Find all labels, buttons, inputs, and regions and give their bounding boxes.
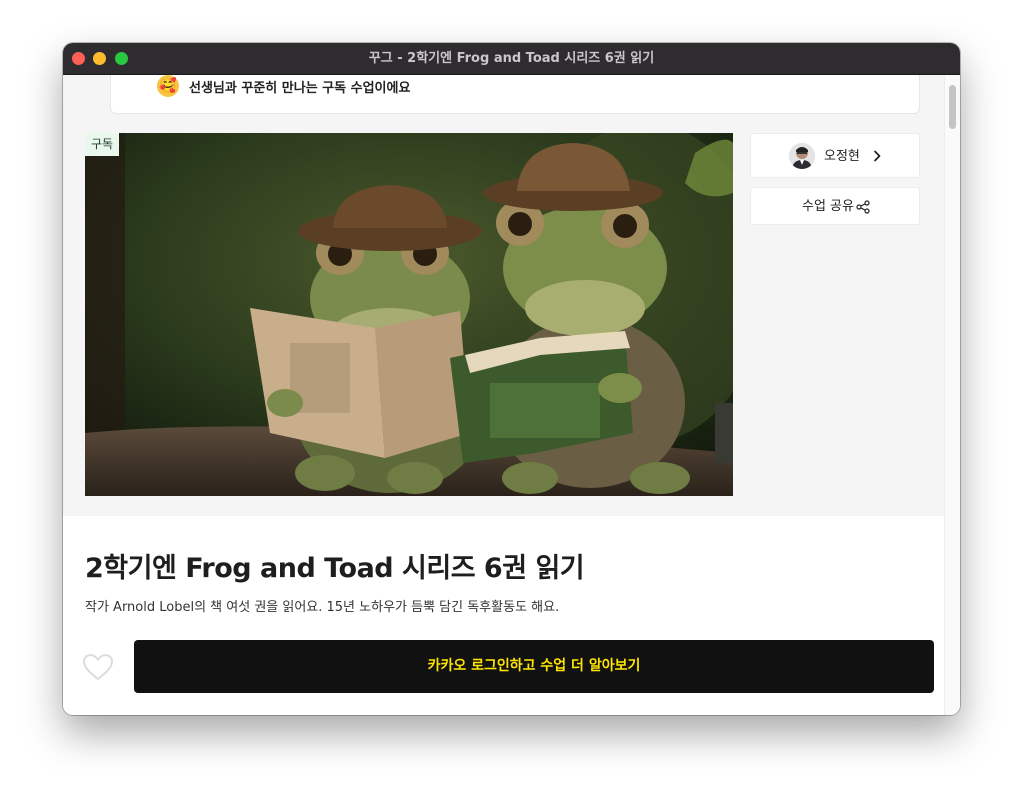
share-course-button[interactable]: 수업 공유 [750,187,920,225]
kakao-login-button[interactable]: 카카오 로그인하고 수업 더 알아보기 [134,640,934,693]
vertical-scrollbar[interactable] [944,75,960,715]
course-info-panel: 2학기엔 Frog and Toad 시리즈 6권 읽기 작가 Arnold L… [63,516,960,715]
chevron-right-icon [874,150,881,162]
course-description: 작가 Arnold Lobel의 책 여섯 권을 읽어요. 15년 노하우가 듬… [85,600,560,615]
window-title: 꾸그 - 2학기엔 Frog and Toad 시리즈 6권 읽기 [368,51,655,66]
smiling-face-hearts-icon: 🥰 [157,75,179,97]
subscription-badge: 구독 [85,133,119,156]
notice-text: 선생님과 꾸준히 만나는 구독 수업이에요 [189,81,411,96]
course-thumbnail: 구독 [85,133,733,496]
subscription-notice: 🥰 선생님과 꾸준히 만나는 구독 수업이에요 [110,75,920,114]
frog-and-toad-reading-illustration [85,133,733,496]
teacher-avatar [789,143,815,169]
share-icon [856,200,870,214]
course-title: 2학기엔 Frog and Toad 시리즈 6권 읽기 [85,553,585,584]
scrollbar-thumb[interactable] [949,85,956,129]
teacher-profile-link[interactable]: 오정현 [750,133,920,178]
title-bar: 꾸그 - 2학기엔 Frog and Toad 시리즈 6권 읽기 [63,43,960,75]
share-label: 수업 공유 [802,199,854,214]
heart-icon[interactable] [82,652,114,682]
app-window: 꾸그 - 2학기엔 Frog and Toad 시리즈 6권 읽기 🥰 선생님과… [63,43,960,715]
teacher-name: 오정현 [824,149,860,164]
page-content: 🥰 선생님과 꾸준히 만나는 구독 수업이에요 구독 오정현 수업 공유 2학기… [63,75,960,715]
